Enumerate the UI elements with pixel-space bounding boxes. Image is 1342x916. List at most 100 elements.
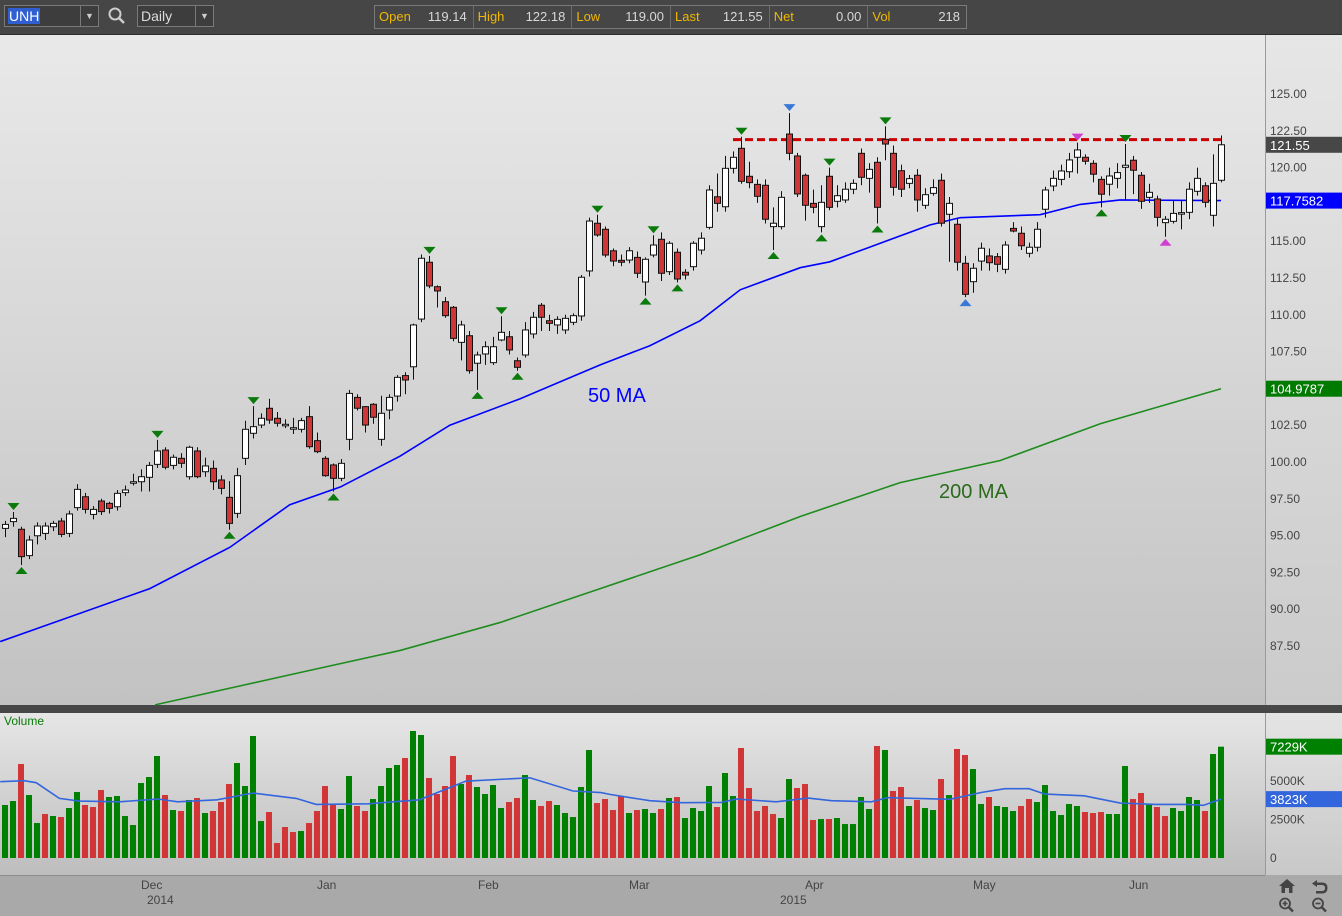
- candle-body: [930, 187, 937, 194]
- candle-body: [570, 315, 577, 323]
- candle-body: [698, 237, 705, 251]
- candle: [826, 167, 833, 211]
- candle: [1002, 241, 1009, 274]
- swing-low-triangle-icon: [871, 225, 884, 233]
- candle-body: [1138, 174, 1145, 202]
- candle-body: [890, 152, 897, 188]
- candle: [586, 217, 593, 277]
- candle: [714, 173, 721, 212]
- volume-bar: [530, 800, 536, 858]
- candle-body: [906, 178, 913, 184]
- candle-body: [1066, 159, 1073, 173]
- volume-bar: [818, 819, 824, 858]
- volume-bar: [602, 799, 608, 858]
- volume-bar: [682, 818, 688, 858]
- swing-low-triangle-icon: [327, 493, 340, 501]
- candle: [810, 189, 817, 214]
- volume-bar: [706, 786, 712, 858]
- volume-bar: [354, 806, 360, 858]
- candle: [722, 155, 729, 212]
- candle: [506, 330, 513, 355]
- candle-body: [402, 375, 409, 381]
- candle: [66, 510, 73, 538]
- candle-body: [954, 223, 961, 263]
- swing-high-triangle-icon: [495, 307, 508, 315]
- price-tick-label: 110.00: [1270, 308, 1306, 322]
- volume-bar: [1138, 793, 1144, 858]
- candle: [570, 313, 577, 326]
- volume-bar: [466, 775, 472, 858]
- candle: [18, 526, 25, 566]
- candle-body: [1210, 182, 1217, 216]
- candle-body: [1122, 164, 1129, 168]
- candle-body: [1178, 212, 1185, 215]
- moving-averages: [0, 199, 1222, 706]
- volume-bar: [1050, 811, 1056, 858]
- candle-body: [1098, 178, 1105, 195]
- swing-high-triangle-icon: [7, 503, 20, 511]
- candle: [530, 311, 537, 339]
- volume-tick-label: 5000K: [1270, 774, 1305, 788]
- candle: [946, 197, 953, 262]
- candle-body: [210, 467, 217, 483]
- candle-body: [338, 462, 345, 479]
- volume-bar: [722, 773, 728, 858]
- volume-bar: [282, 827, 288, 858]
- candle: [410, 323, 417, 380]
- home-icon[interactable]: [1278, 878, 1296, 894]
- candle: [1130, 155, 1137, 195]
- candle-body: [194, 450, 201, 478]
- candle-body: [1114, 172, 1121, 179]
- volume-bar: [106, 797, 112, 858]
- candle: [58, 517, 65, 538]
- candle-body: [650, 244, 657, 256]
- volume-bar: [1122, 766, 1128, 858]
- candle: [386, 394, 393, 420]
- volume-bar: [946, 795, 952, 858]
- volume-bar: [410, 730, 416, 858]
- candle: [122, 485, 129, 496]
- candle-body: [442, 301, 449, 317]
- candle: [338, 459, 345, 482]
- candle: [754, 179, 761, 203]
- candle: [186, 445, 193, 480]
- candle: [1050, 170, 1057, 192]
- candle-body: [626, 250, 633, 261]
- candle: [290, 417, 297, 435]
- volume-bar: [658, 809, 664, 858]
- candle: [178, 453, 185, 468]
- zoom-in-icon[interactable]: [1278, 897, 1296, 913]
- volume-bar: [306, 823, 312, 858]
- candle: [354, 394, 361, 411]
- candle: [90, 506, 97, 520]
- swing-low-triangle-icon: [15, 567, 28, 575]
- volume-bar: [66, 808, 72, 858]
- volume-bar: [714, 807, 720, 858]
- candle: [74, 484, 81, 511]
- volume-bar: [578, 787, 584, 858]
- candle: [698, 232, 705, 255]
- candle-body: [874, 161, 881, 208]
- volume-bar: [1146, 804, 1152, 858]
- candle: [1018, 226, 1025, 251]
- candle-body: [146, 464, 153, 478]
- candle-body: [586, 220, 593, 272]
- volume-bar: [122, 816, 128, 858]
- candle: [314, 432, 321, 454]
- undo-icon[interactable]: [1311, 878, 1329, 894]
- candle: [850, 179, 857, 195]
- candle: [762, 179, 769, 224]
- candle-body: [514, 360, 521, 368]
- volume-bar: [610, 810, 616, 858]
- candle-body: [1050, 177, 1057, 187]
- candle-body: [306, 416, 313, 448]
- volume-tick-label: 0: [1270, 851, 1277, 865]
- candle-body: [394, 376, 401, 397]
- candles: [2, 113, 1225, 566]
- zoom-out-icon[interactable]: [1311, 897, 1329, 913]
- volume-bar: [650, 813, 656, 858]
- candle-body: [482, 346, 489, 355]
- candle-body: [778, 196, 785, 228]
- volume-bar: [74, 792, 80, 858]
- candle-body: [298, 420, 305, 430]
